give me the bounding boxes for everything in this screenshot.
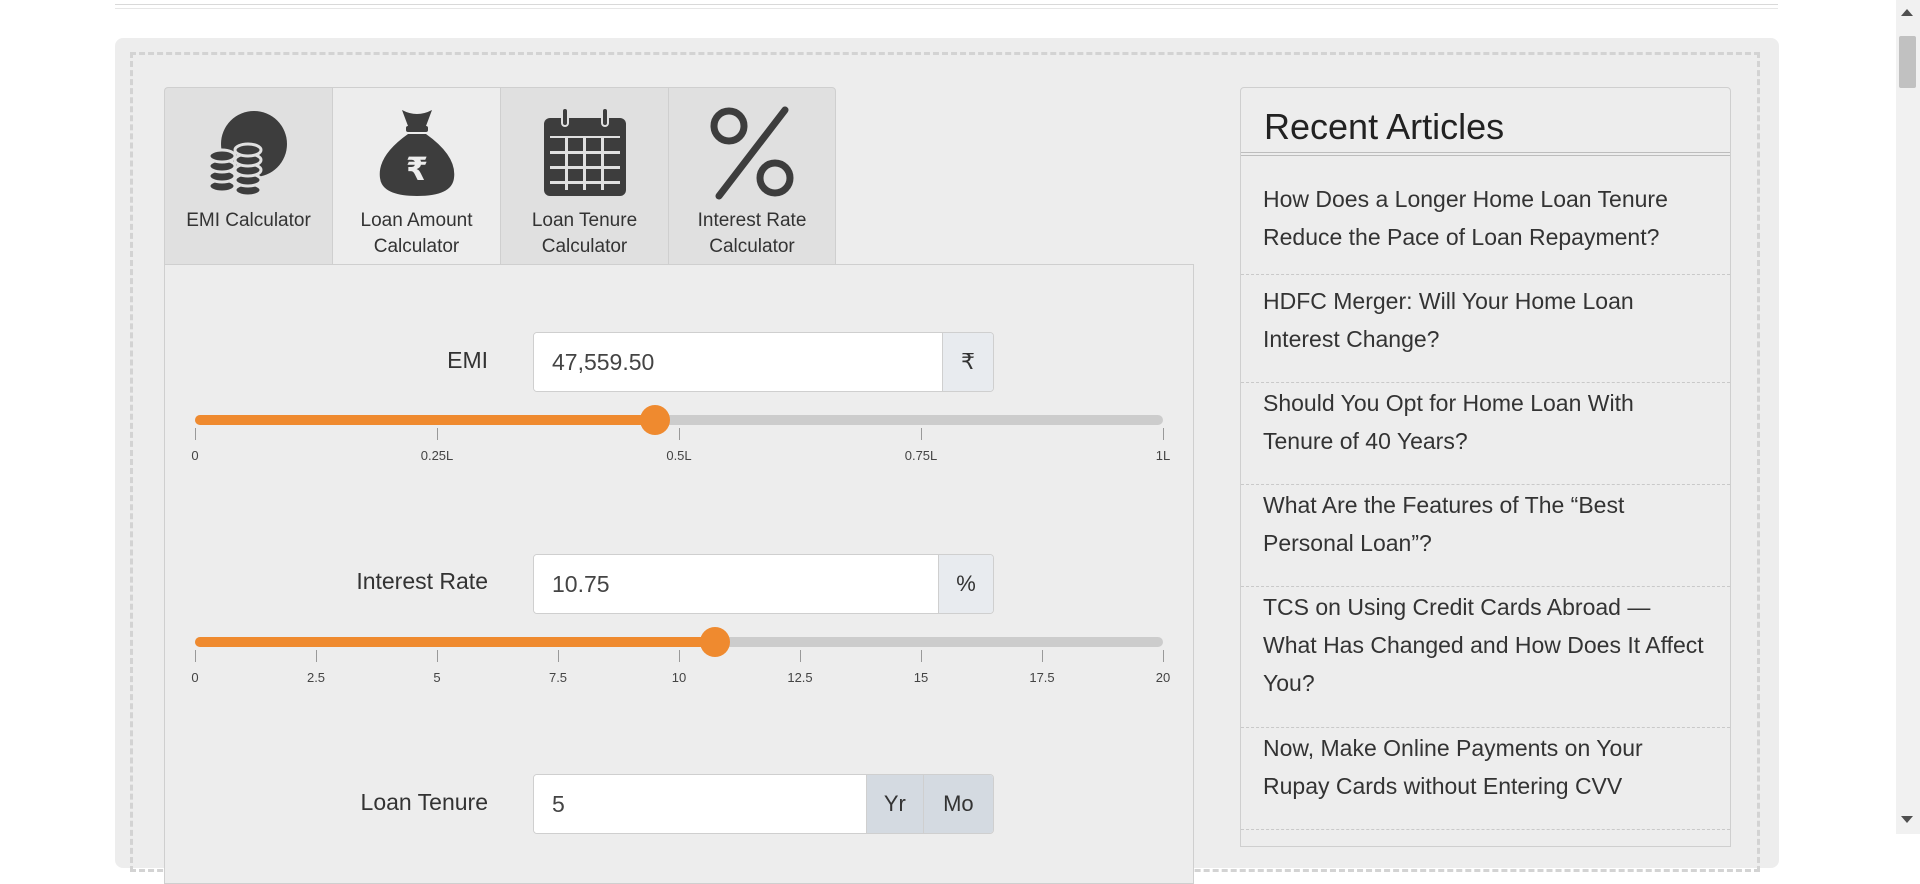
- month-toggle-button[interactable]: Mo: [922, 775, 993, 833]
- top-divider-secondary: [115, 8, 1778, 9]
- scroll-down-arrow-icon[interactable]: [1901, 816, 1913, 823]
- slider-tick: [800, 650, 801, 662]
- slider-tick: [679, 650, 680, 662]
- tab-interest-rate-calculator[interactable]: Interest Rate Calculator: [668, 87, 836, 265]
- slider-tick-label: 0.5L: [666, 448, 692, 463]
- slider-tick-label: 2.5: [306, 670, 326, 685]
- year-toggle-button[interactable]: Yr: [866, 775, 923, 833]
- emi-slider[interactable]: [195, 405, 1163, 435]
- slider-tick-label: 12.5: [787, 670, 813, 685]
- slider-tick-label: 20: [1155, 670, 1171, 685]
- interest-rate-input[interactable]: [534, 555, 938, 613]
- interest-slider-fill: [195, 637, 716, 647]
- emi-label: EMI: [447, 347, 488, 373]
- svg-text:₹: ₹: [405, 150, 427, 188]
- interest-slider-scale: 0 2.5 5 7.5 10 12.5 15 17.5 20: [191, 650, 1170, 690]
- page-scrollbar[interactable]: [1896, 0, 1920, 834]
- slider-tick-label: 0: [191, 448, 199, 463]
- slider-tick: [195, 428, 196, 440]
- interest-rate-slider[interactable]: [195, 627, 1163, 657]
- slider-tick: [1163, 428, 1164, 440]
- top-divider: [115, 4, 1778, 5]
- slider-tick-label: 1L: [1155, 448, 1171, 463]
- slider-tick: [316, 650, 317, 662]
- money-bag-rupee-icon: ₹: [367, 102, 467, 202]
- percent-addon: %: [938, 555, 993, 613]
- scrollbar-thumb[interactable]: [1899, 36, 1916, 88]
- tab-label: EMI Calculator: [186, 210, 311, 231]
- slider-tick: [558, 650, 559, 662]
- tab-label: Interest Rate Calculator: [697, 210, 807, 257]
- interest-rate-label: Interest Rate: [356, 568, 488, 594]
- interest-input-group: %: [533, 554, 994, 614]
- tab-label: Loan Amount Calculator: [360, 210, 473, 257]
- emi-input-group: ₹: [533, 332, 994, 392]
- article-link[interactable]: TCS on Using Credit Cards Abroad — What …: [1241, 588, 1730, 728]
- loan-tenure-label: Loan Tenure: [360, 789, 488, 815]
- tab-emi-calculator[interactable]: EMI Calculator: [164, 87, 332, 265]
- article-link[interactable]: What Are the Features of The “Best Perso…: [1241, 486, 1730, 587]
- slider-tick-label: 10: [671, 670, 687, 685]
- slider-tick: [1163, 650, 1164, 662]
- slider-tick: [921, 650, 922, 662]
- slider-tick: [1042, 650, 1043, 662]
- slider-tick: [679, 428, 680, 440]
- slider-tick-label: 0.75L: [904, 448, 938, 463]
- sidebar-title-rule: [1241, 152, 1730, 156]
- rupee-addon: ₹: [942, 333, 993, 391]
- tab-loan-tenure-calculator[interactable]: Loan Tenure Calculator: [500, 87, 668, 265]
- article-link[interactable]: How Does a Longer Home Loan Tenure Reduc…: [1241, 180, 1730, 275]
- tab-label: Loan Tenure Calculator: [531, 210, 638, 257]
- tenure-input-group: Yr Mo: [533, 774, 994, 834]
- emi-input[interactable]: [534, 333, 942, 391]
- article-link[interactable]: Now, Make Online Payments on Your Rupay …: [1241, 729, 1730, 830]
- slider-tick-label: 17.5: [1029, 670, 1055, 685]
- percent-icon: [702, 102, 802, 202]
- slider-tick-label: 0: [191, 670, 199, 685]
- calendar-icon: [535, 102, 635, 202]
- slider-tick: [921, 428, 922, 440]
- slider-tick-label: 15: [913, 670, 929, 685]
- calculator-tabs: EMI Calculator ₹ Loan Amount Calculator: [164, 87, 838, 266]
- slider-tick-label: 0.25L: [420, 448, 454, 463]
- tab-loan-amount-calculator[interactable]: ₹ Loan Amount Calculator: [332, 87, 500, 266]
- slider-tick: [195, 650, 196, 662]
- article-link[interactable]: Should You Opt for Home Loan With Tenure…: [1241, 384, 1730, 485]
- slider-tick-label: 7.5: [548, 670, 568, 685]
- sidebar-title: Recent Articles: [1264, 106, 1505, 147]
- coins-clock-icon: [199, 102, 299, 202]
- slider-tick: [437, 650, 438, 662]
- recent-articles-sidebar: Recent Articles How Does a Longer Home L…: [1240, 87, 1731, 847]
- loan-tenure-input[interactable]: [534, 775, 866, 833]
- scroll-up-arrow-icon[interactable]: [1901, 9, 1913, 16]
- emi-slider-fill: [195, 415, 655, 425]
- article-link[interactable]: HDFC Merger: Will Your Home Loan Interes…: [1241, 282, 1730, 383]
- emi-slider-scale: 0 0.25L 0.5L 0.75L 1L: [191, 428, 1170, 468]
- slider-tick: [437, 428, 438, 440]
- slider-tick-label: 5: [433, 670, 441, 685]
